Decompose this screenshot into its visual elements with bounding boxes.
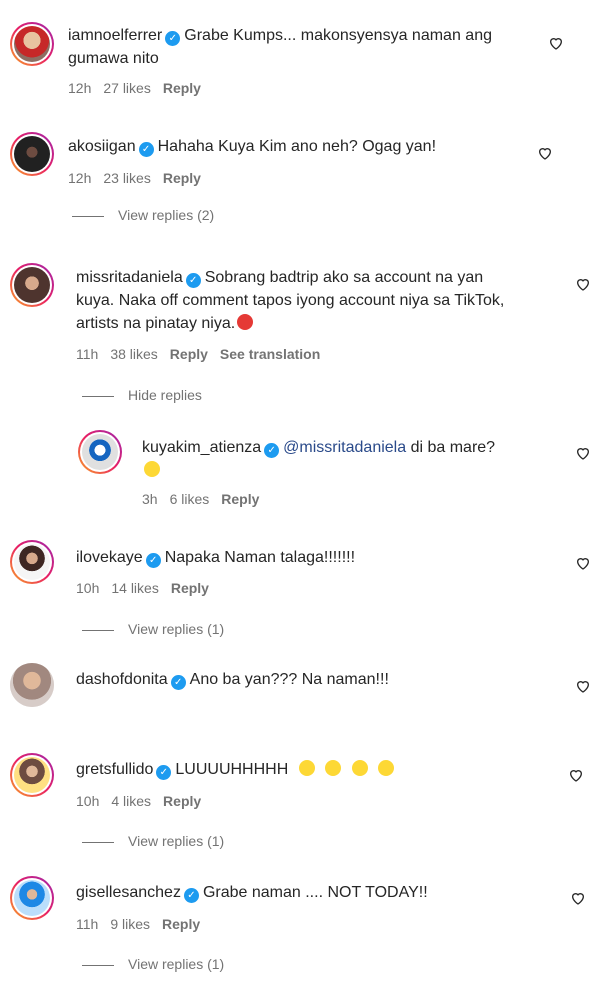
avatar[interactable] bbox=[10, 540, 54, 584]
timestamp: 12h bbox=[68, 80, 92, 96]
heart-outline-icon[interactable] bbox=[575, 445, 591, 461]
heart-outline-icon[interactable] bbox=[548, 35, 564, 51]
avatar[interactable] bbox=[78, 430, 122, 474]
comment-text: ilovekaye ✓ Napaka Naman talaga!!!!!!! bbox=[76, 549, 356, 568]
username[interactable]: gretsfullido bbox=[76, 761, 153, 778]
timestamp: 10h bbox=[76, 580, 100, 596]
verified-badge-icon: ✓ bbox=[183, 888, 199, 903]
comment-text: missritadaniela ✓ Sobrang badtrip ako sa a… bbox=[76, 269, 505, 332]
hide-replies-button[interactable]: Hide replies bbox=[82, 387, 202, 403]
verified-badge-icon: ✓ bbox=[165, 31, 181, 46]
likes-count[interactable]: 23 likes bbox=[103, 170, 150, 186]
timestamp: 11h bbox=[76, 916, 99, 932]
timestamp: 12h bbox=[68, 170, 92, 186]
verified-badge-icon: ✓ bbox=[138, 142, 154, 157]
mind-blown-emoji-icon bbox=[298, 760, 315, 776]
heart-outline-icon[interactable] bbox=[568, 767, 584, 783]
comment-meta: 10h 4 likes Reply bbox=[76, 793, 213, 809]
view-replies-button[interactable]: View replies (1) bbox=[82, 621, 224, 637]
avatar[interactable] bbox=[10, 132, 54, 176]
mention-link[interactable]: @missritadaniela bbox=[283, 439, 406, 456]
likes-count[interactable]: 6 likes bbox=[170, 491, 210, 507]
heart-outline-icon[interactable] bbox=[575, 555, 591, 571]
see-translation-button[interactable]: See translation bbox=[220, 346, 320, 362]
reply-button[interactable]: Reply bbox=[221, 491, 259, 507]
comment-meta: 3h 6 likes Reply bbox=[142, 491, 271, 507]
timestamp: 3h bbox=[142, 491, 158, 507]
username[interactable]: akosiigan bbox=[68, 138, 136, 155]
reply-button[interactable]: Reply bbox=[162, 916, 200, 932]
username[interactable]: gisellesanchez bbox=[76, 884, 181, 901]
avatar[interactable] bbox=[10, 22, 54, 66]
comment-text: kuyakim_atienza ✓ @missritadaniela di ba m… bbox=[142, 436, 562, 482]
avatar[interactable] bbox=[10, 753, 54, 797]
comment-meta: 11h 38 likes Reply See translation bbox=[76, 346, 332, 362]
likes-count[interactable]: 27 likes bbox=[103, 80, 150, 96]
view-replies-button[interactable]: View replies (1) bbox=[82, 833, 224, 849]
verified-badge-icon: ✓ bbox=[185, 273, 201, 288]
verified-badge-icon: ✓ bbox=[156, 765, 172, 780]
comment-text: gretsfullido ✓ LUUUUHHHHH bbox=[76, 758, 546, 781]
timestamp: 10h bbox=[76, 793, 100, 809]
comment-text: gisellesanchez ✓ Grabe naman .... NOT TODA… bbox=[76, 884, 428, 903]
comment-meta: 12h 27 likes Reply bbox=[68, 80, 213, 96]
mind-blown-emoji-icon bbox=[351, 760, 368, 776]
divider-line bbox=[82, 629, 114, 631]
heart-outline-icon[interactable] bbox=[575, 276, 591, 292]
mind-blown-emoji-icon bbox=[378, 760, 395, 776]
reply-button[interactable]: Reply bbox=[163, 793, 201, 809]
username[interactable]: iamnoelferrer bbox=[68, 27, 162, 44]
heart-outline-icon[interactable] bbox=[575, 678, 591, 694]
username[interactable]: kuyakim_atienza bbox=[142, 439, 261, 456]
comment-text: akosiigan ✓ Hahaha Kuya Kim ano neh? Ogag … bbox=[68, 138, 437, 157]
laughing-face-emoji-icon bbox=[144, 461, 160, 477]
avatar[interactable] bbox=[10, 663, 54, 707]
comment-meta: 10h 14 likes Reply bbox=[76, 580, 221, 596]
divider-line bbox=[72, 215, 104, 217]
avatar[interactable] bbox=[10, 263, 54, 307]
comment-text: dashofdonita ✓ Ano ba yan??? Na naman!!! bbox=[76, 671, 389, 690]
username[interactable]: missritadaniela bbox=[76, 269, 183, 286]
likes-count[interactable]: 4 likes bbox=[111, 793, 151, 809]
divider-line bbox=[82, 841, 114, 843]
username[interactable]: dashofdonita bbox=[76, 671, 168, 688]
verified-badge-icon: ✓ bbox=[170, 675, 186, 690]
reply-button[interactable]: Reply bbox=[170, 346, 208, 362]
divider-line bbox=[82, 964, 114, 966]
likes-count[interactable]: 9 likes bbox=[110, 916, 150, 932]
reply-button[interactable]: Reply bbox=[171, 580, 209, 596]
mind-blown-emoji-icon bbox=[325, 760, 342, 776]
reply-button[interactable]: Reply bbox=[163, 170, 201, 186]
likes-count[interactable]: 14 likes bbox=[111, 580, 158, 596]
view-replies-button[interactable]: View replies (1) bbox=[82, 956, 224, 972]
heart-outline-icon[interactable] bbox=[570, 890, 586, 906]
comment-meta: 11h 9 likes Reply bbox=[76, 916, 212, 932]
username[interactable]: ilovekaye bbox=[76, 549, 143, 566]
angry-face-emoji-icon bbox=[237, 314, 254, 330]
reply-button[interactable]: Reply bbox=[163, 80, 201, 96]
likes-count[interactable]: 38 likes bbox=[110, 346, 157, 362]
verified-badge-icon: ✓ bbox=[145, 553, 161, 568]
view-replies-button[interactable]: View replies (2) bbox=[72, 207, 214, 223]
timestamp: 11h bbox=[76, 346, 99, 362]
comment-text: iamnoelferrer ✓ Grabe Kumps... makonsyensy… bbox=[68, 27, 492, 67]
avatar[interactable] bbox=[10, 876, 54, 920]
verified-badge-icon: ✓ bbox=[264, 443, 280, 458]
comment-meta: 12h 23 likes Reply bbox=[68, 170, 213, 186]
heart-outline-icon[interactable] bbox=[537, 145, 553, 161]
divider-line bbox=[82, 395, 114, 397]
